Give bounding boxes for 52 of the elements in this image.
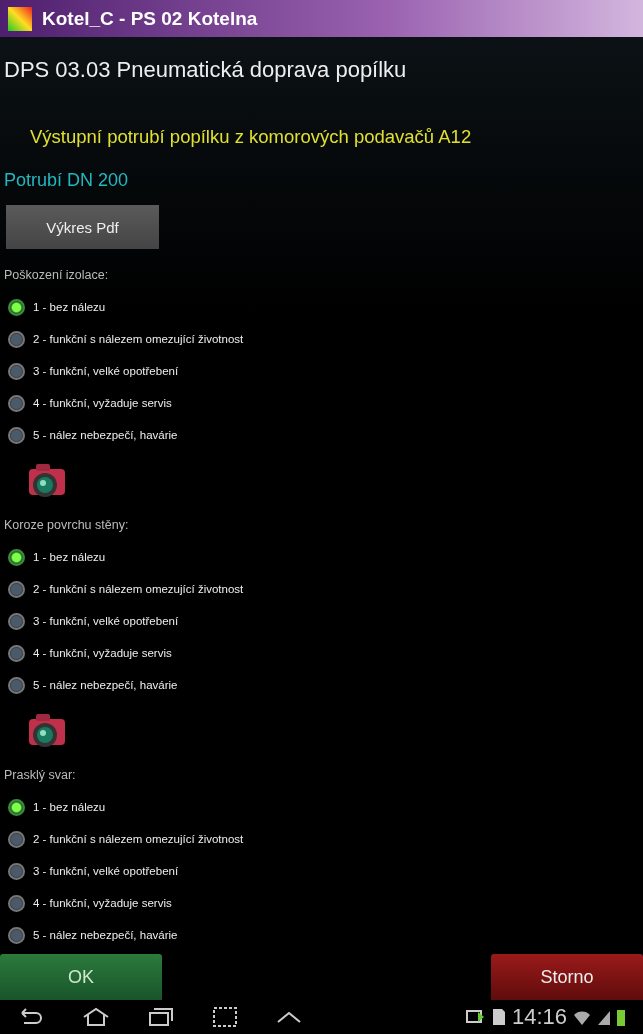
notification-icon [465, 1008, 486, 1026]
option-label[interactable]: 5 - nález nebezpečí, havárie [33, 679, 178, 691]
radio-button[interactable] [8, 798, 25, 816]
option-label[interactable]: 2 - funkční s nálezem omezující životnost [33, 333, 244, 345]
screenshot-icon[interactable] [212, 1006, 238, 1028]
app-icon [8, 6, 32, 31]
subtitle: Výstupní potrubí popílku z komorových podavačů A12 [30, 126, 473, 148]
section-label: Poškození izolace: [4, 267, 110, 284]
chevron-up-icon[interactable] [276, 1010, 302, 1024]
option-label[interactable]: 2 - funkční s nálezem omezující životnost [33, 583, 244, 595]
option-label[interactable]: 3 - funkční, velké opotřebení [33, 365, 179, 377]
camera-icon[interactable] [26, 711, 68, 749]
pdf-button[interactable]: Výkres Pdf [6, 205, 159, 249]
back-icon[interactable] [18, 1007, 44, 1027]
camera-icon[interactable] [26, 461, 68, 499]
radio-button[interactable] [8, 830, 25, 848]
recent-apps-icon[interactable] [148, 1007, 174, 1027]
option-label[interactable]: 3 - funkční, velké opotřebení [33, 865, 179, 877]
clock: 14:16 [511, 1004, 567, 1030]
option-label[interactable]: 2 - funkční s nálezem omezující životnost [33, 833, 244, 845]
sd-card-icon [491, 1008, 506, 1026]
radio-button[interactable] [8, 862, 25, 880]
option-label[interactable]: 4 - funkční, vyžaduje servis [33, 647, 172, 659]
radio-button[interactable] [8, 330, 25, 348]
radio-button[interactable] [8, 580, 25, 598]
option-label[interactable]: 1 - bez nálezu [33, 551, 106, 563]
page-heading: DPS 03.03 Pneumatická doprava popílku [4, 57, 408, 83]
section-label: Prasklý svar: [4, 767, 77, 784]
radio-button[interactable] [8, 894, 25, 912]
option-label[interactable]: 5 - nález nebezpečí, havárie [33, 429, 178, 441]
cancel-button[interactable]: Storno [491, 954, 643, 1000]
battery-icon [617, 1008, 625, 1026]
option-label[interactable]: 1 - bez nálezu [33, 801, 106, 813]
radio-button[interactable] [8, 426, 25, 444]
radio-button[interactable] [8, 548, 25, 566]
radio-button[interactable] [8, 394, 25, 412]
option-label[interactable]: 5 - nález nebezpečí, havárie [33, 929, 178, 941]
radio-button[interactable] [8, 612, 25, 630]
option-label[interactable]: 4 - funkční, vyžaduje servis [33, 397, 172, 409]
radio-button[interactable] [8, 676, 25, 694]
radio-button[interactable] [8, 298, 25, 316]
ok-button[interactable]: OK [0, 954, 162, 1000]
pipe-label: Potrubí DN 200 [4, 170, 130, 191]
section-label: Koroze povrchu stěny: [4, 517, 130, 534]
home-icon[interactable] [82, 1007, 110, 1027]
option-label[interactable]: 1 - bez nálezu [33, 301, 106, 313]
radio-button[interactable] [8, 644, 25, 662]
window-title: Kotel_C - PS 02 Kotelna [42, 7, 258, 30]
radio-button[interactable] [8, 362, 25, 380]
radio-button[interactable] [8, 926, 25, 944]
option-label[interactable]: 4 - funkční, vyžaduje servis [33, 897, 172, 909]
option-label[interactable]: 3 - funkční, velké opotřebení [33, 615, 179, 627]
